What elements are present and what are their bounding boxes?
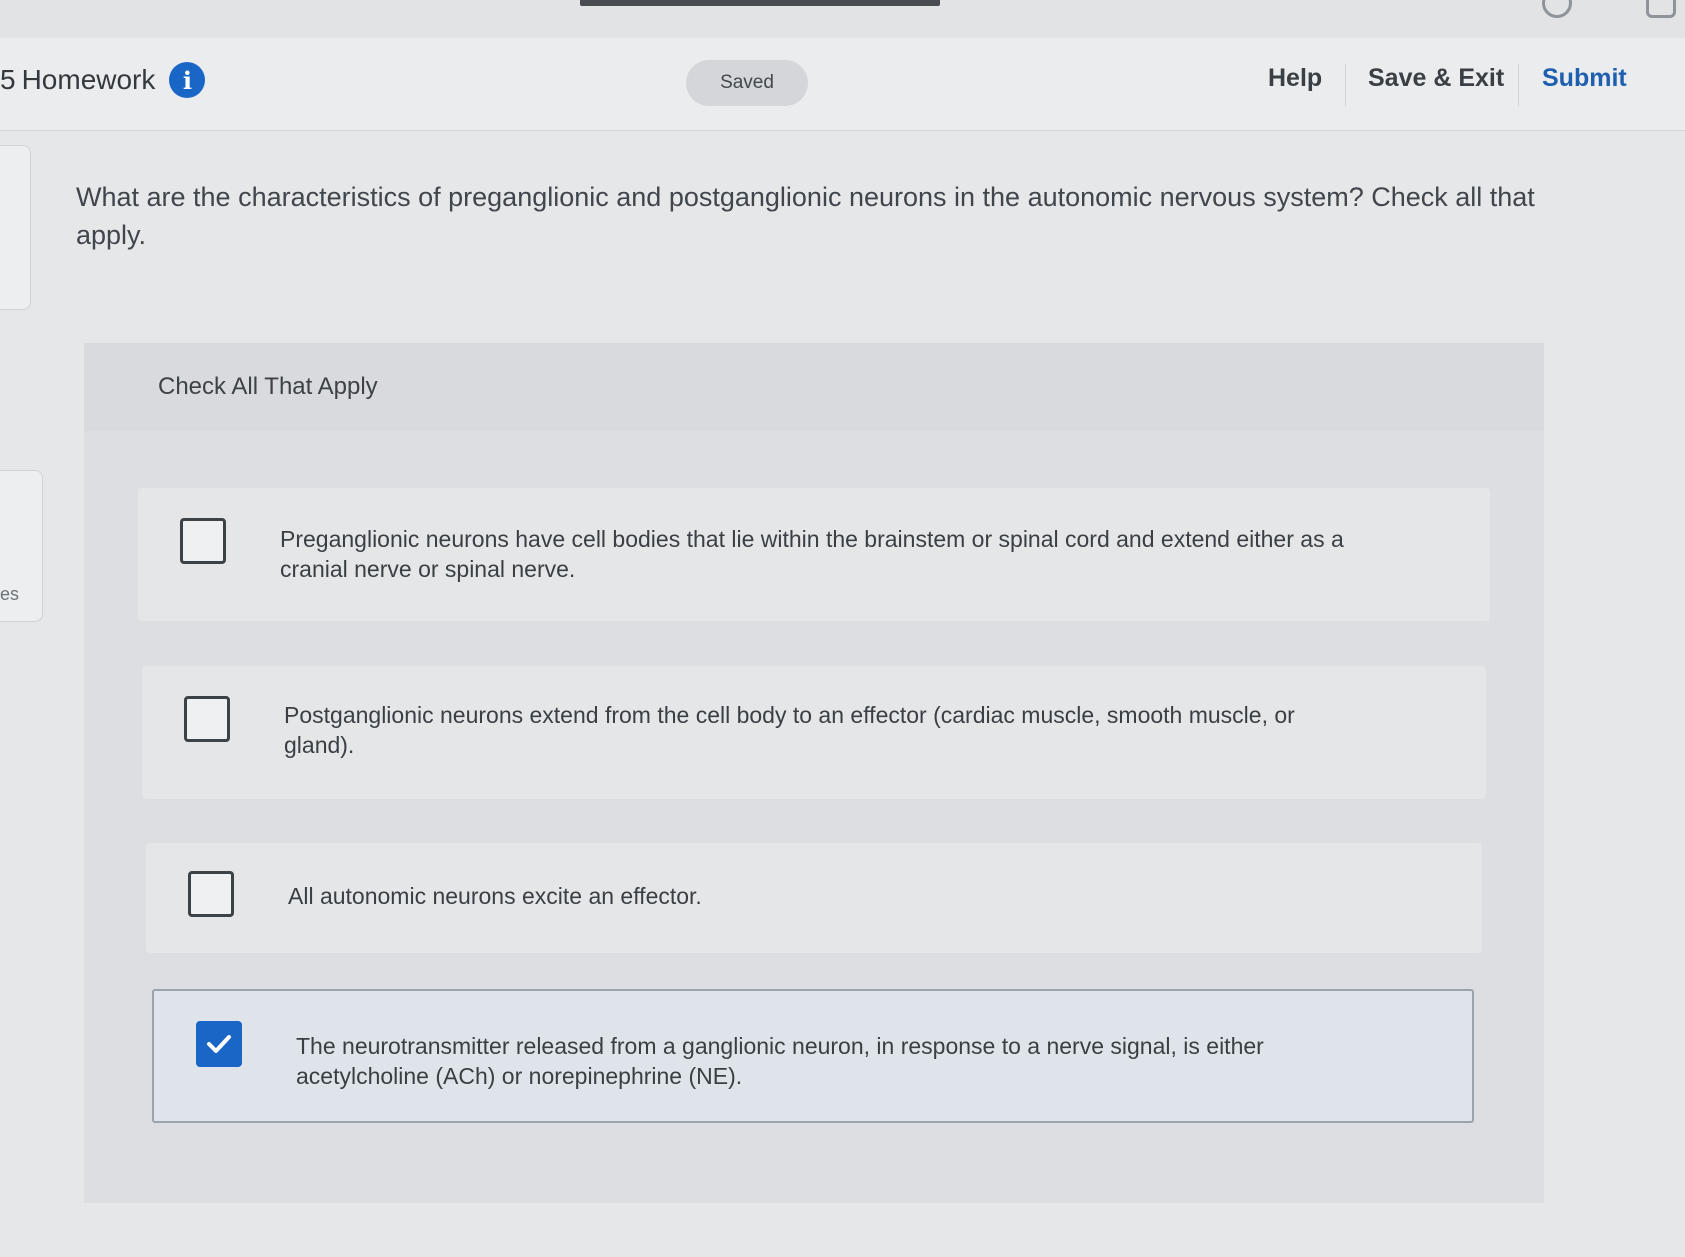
answer-option[interactable]: Preganglionic neurons have cell bodies t… [138, 488, 1490, 621]
option-checkbox[interactable] [180, 518, 226, 564]
url-bar-fragment[interactable] [580, 0, 940, 6]
option-checkbox-checked[interactable] [196, 1021, 242, 1067]
assignment-title: 5 Homework i [0, 62, 206, 98]
side-panel-tab[interactable] [0, 145, 31, 310]
info-icon[interactable]: i [169, 62, 206, 98]
nav-divider [1518, 64, 1519, 106]
option-label: The neurotransmitter released from a gan… [296, 1033, 1264, 1089]
save-exit-button[interactable]: Save & Exit [1368, 64, 1504, 93]
option-checkbox[interactable] [184, 696, 230, 742]
answer-option[interactable]: All autonomic neurons excite an effector… [146, 843, 1482, 953]
saved-status-badge: Saved [686, 60, 808, 106]
assignment-title-text: Homework [21, 64, 156, 95]
option-checkbox[interactable] [188, 871, 234, 917]
answer-panel: Check All That Apply Preganglionic neuro… [84, 343, 1544, 1203]
option-label: Postganglionic neurons extend from the c… [284, 702, 1295, 758]
answer-panel-header: Check All That Apply [84, 343, 1544, 431]
answer-panel-title: Check All That Apply [158, 373, 378, 400]
submit-button[interactable]: Submit [1542, 64, 1627, 93]
browser-toolbar [0, 0, 1685, 39]
browser-tabs-icon[interactable] [1646, 0, 1676, 18]
help-button[interactable]: Help [1268, 64, 1322, 93]
assignment-title-prefix: 5 [0, 64, 16, 95]
checkmark-icon [207, 1035, 231, 1053]
nav-divider [1345, 64, 1346, 106]
browser-reload-icon[interactable] [1542, 0, 1572, 18]
assignment-header: 5 Homework i Saved Help Save & Exit Subm… [0, 38, 1685, 131]
side-panel-label: es [0, 584, 20, 604]
answer-option-selected[interactable]: The neurotransmitter released from a gan… [152, 989, 1474, 1123]
option-label: Preganglionic neurons have cell bodies t… [280, 526, 1344, 582]
answer-option[interactable]: Postganglionic neurons extend from the c… [142, 666, 1486, 799]
option-label: All autonomic neurons excite an effector… [288, 883, 702, 909]
question-prompt: What are the characteristics of pregangl… [76, 182, 1535, 250]
